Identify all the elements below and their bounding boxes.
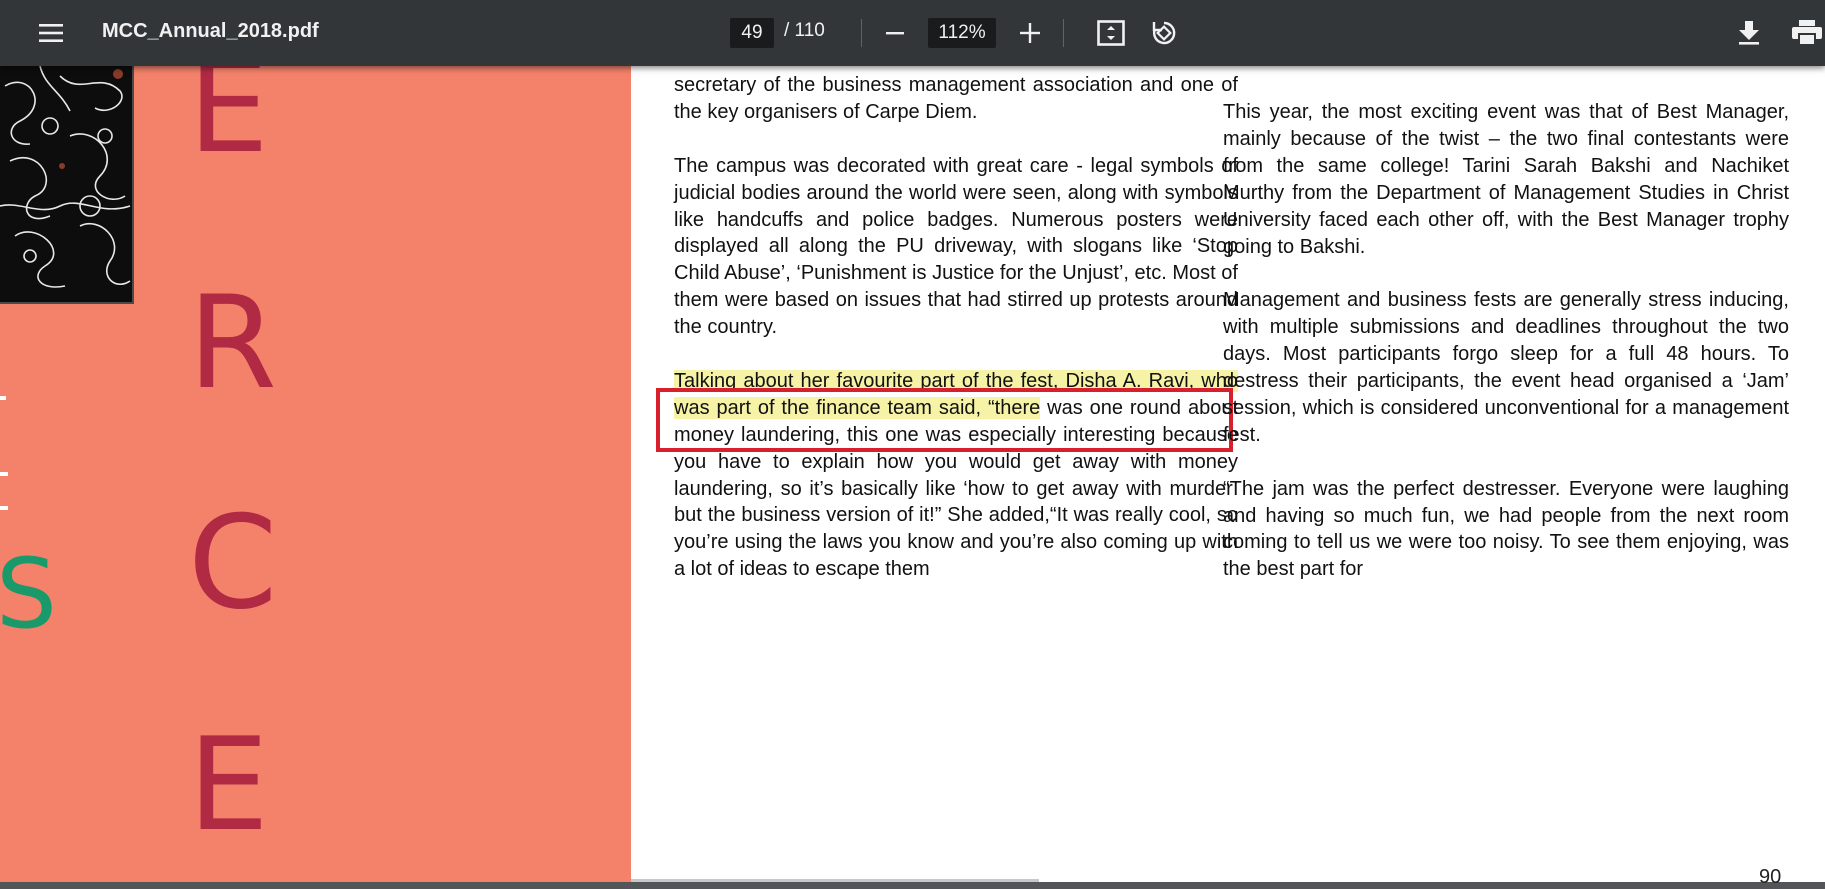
zoom-out-button[interactable]: [876, 18, 914, 48]
annotation-box: [656, 388, 1233, 452]
pdf-toolbar: MCC_Annual_2018.pdf 49 / 110 112%: [0, 0, 1825, 66]
fit-to-page-button[interactable]: [1090, 14, 1132, 52]
fit-to-page-icon: [1097, 20, 1125, 46]
paragraph: This year, the most exciting event was t…: [1223, 101, 1789, 258]
paragraph: Management and business fests are genera…: [1223, 289, 1789, 446]
document-title: MCC_Annual_2018.pdf: [102, 20, 319, 42]
paragraph: secretary of the business management ass…: [674, 74, 1238, 123]
decorative-side-letter: S: [0, 538, 57, 650]
paragraph: The campus was decorated with great care…: [674, 154, 1238, 339]
minus-icon: [886, 32, 904, 35]
right-page: secretary of the business management ass…: [631, 66, 1825, 888]
plus-icon: [1020, 23, 1040, 43]
decorative-letter: C: [188, 489, 278, 638]
page-total: / 110: [784, 20, 825, 41]
decorative-pattern-image: [0, 66, 134, 304]
decorative-mark: [0, 396, 6, 400]
text-column-1: secretary of the business management ass…: [674, 72, 1238, 610]
toolbar-divider: [1063, 19, 1064, 47]
toolbar-divider: [861, 19, 862, 47]
download-icon: [1739, 21, 1759, 45]
left-page: E R C E S: [0, 66, 631, 882]
page-number-input[interactable]: 49: [730, 18, 774, 48]
decorative-mark: [0, 506, 8, 510]
text-column-2: This year, the most exciting event was t…: [1223, 99, 1789, 610]
page-number: 90: [1759, 866, 1782, 888]
rotate-button[interactable]: [1143, 14, 1185, 52]
print-button[interactable]: [1786, 14, 1825, 52]
print-icon: [1792, 20, 1822, 46]
decorative-letter: E: [188, 66, 269, 182]
download-button[interactable]: [1728, 14, 1770, 52]
decorative-letter: E: [188, 711, 269, 860]
rotate-icon: [1152, 21, 1176, 45]
hamburger-menu-icon[interactable]: [30, 16, 72, 50]
zoom-in-button[interactable]: [1011, 18, 1049, 48]
zoom-level-input[interactable]: 112%: [928, 18, 996, 48]
paragraph: “The jam was the perfect destresser. Eve…: [1223, 477, 1789, 581]
pdf-viewer-area[interactable]: E R C E S secretary of the business mana…: [0, 66, 1825, 888]
decorative-letter: R: [188, 269, 277, 418]
decorative-mark: [0, 472, 8, 476]
